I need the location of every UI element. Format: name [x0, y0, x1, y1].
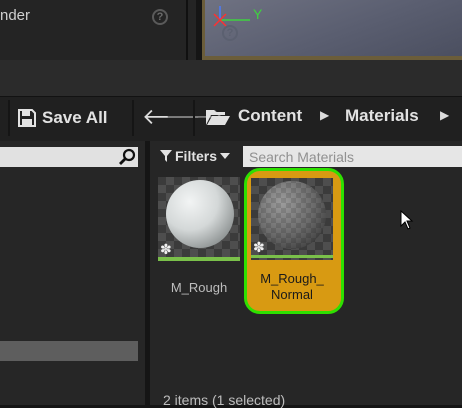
save-all-label: Save All — [42, 108, 108, 127]
save-icon — [18, 109, 36, 127]
asset-name-m-rough-normal[interactable]: M_Rough_ Normal — [251, 271, 333, 303]
folder-tree-row[interactable] — [0, 341, 138, 361]
viewport-help-icon[interactable]: ? — [222, 25, 238, 41]
save-all-button[interactable]: Save All — [18, 105, 108, 131]
render-label: nder — [0, 7, 31, 24]
chevron-right-icon[interactable]: ▶ — [440, 108, 449, 122]
breadcrumb-content[interactable]: Content — [238, 106, 302, 126]
search-materials-input[interactable] — [243, 146, 462, 167]
asset-type-bar — [158, 257, 240, 261]
filters-button[interactable]: Filters — [160, 148, 231, 164]
star-icon: ✽ — [253, 239, 265, 255]
sources-panel — [0, 141, 145, 405]
help-icon[interactable]: ? — [152, 9, 168, 25]
search-icon[interactable] — [118, 148, 136, 166]
mouse-cursor-icon — [400, 210, 414, 230]
star-icon: ✽ — [160, 241, 172, 257]
breadcrumb-materials[interactable]: Materials — [345, 106, 419, 126]
toolbar-separator — [193, 100, 195, 136]
panel-strip — [0, 60, 462, 96]
asset-name-line: Normal — [271, 287, 313, 302]
axis-y-label: Y — [253, 6, 263, 22]
toolbar-separator — [8, 100, 10, 136]
folder-icon[interactable] — [205, 107, 231, 127]
asset-type-bar — [251, 255, 333, 258]
panel-divider — [186, 0, 188, 60]
filter-icon — [160, 150, 172, 162]
filters-label: Filters — [175, 148, 218, 164]
item-count-status: 2 items (1 selected) — [163, 392, 286, 408]
chevron-right-icon[interactable]: ▶ — [320, 108, 329, 122]
asset-name-line: M_Rough_ — [260, 271, 324, 286]
dropdown-caret-icon — [220, 153, 231, 159]
asset-name-m-rough[interactable]: M_Rough — [158, 280, 240, 295]
toolbar-separator — [132, 100, 134, 136]
